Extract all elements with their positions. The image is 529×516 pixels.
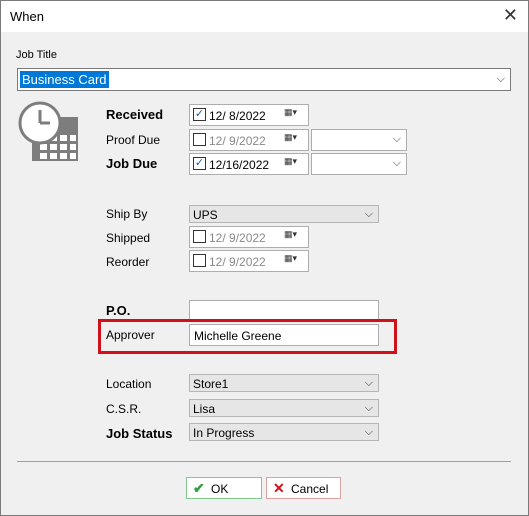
received-label: Received <box>106 107 164 122</box>
shipped-label: Shipped <box>106 231 151 245</box>
cancel-button[interactable]: ✕ Cancel <box>266 477 341 499</box>
calendar-dropdown-icon[interactable]: ▦▾ <box>284 253 306 269</box>
close-icon[interactable]: ✕ <box>503 5 518 25</box>
reorder-date-picker[interactable]: 12/ 9/2022 ▦▾ <box>189 250 309 272</box>
ok-button[interactable]: ✔ OK <box>186 477 262 499</box>
ok-button-label: OK <box>211 482 229 496</box>
chevron-down-icon[interactable]: ⌵ <box>497 73 505 86</box>
cancel-button-label: Cancel <box>291 482 329 496</box>
proof-due-label: Proof Due <box>106 133 161 147</box>
received-date-picker[interactable]: ✓ 12/ 8/2022 ▦▾ <box>189 104 309 126</box>
reorder-date-value: 12/ 9/2022 <box>209 255 266 269</box>
received-date-value: 12/ 8/2022 <box>209 109 266 123</box>
proof-due-date-picker[interactable]: 12/ 9/2022 ▦▾ <box>189 129 309 151</box>
calendar-dropdown-icon[interactable]: ▦▾ <box>284 107 306 123</box>
check-icon: ✔ <box>193 480 205 496</box>
approver-value: Michelle Greene <box>194 329 282 343</box>
reorder-checkbox[interactable] <box>193 254 206 267</box>
calendar-dropdown-icon[interactable]: ▦▾ <box>284 132 306 148</box>
csr-select[interactable]: Lisa ⌵ <box>189 399 379 417</box>
approver-label: Approver <box>106 328 155 342</box>
job-due-checkbox[interactable]: ✓ <box>193 157 206 170</box>
clock-calendar-icon <box>18 101 80 163</box>
job-due-label: Job Due <box>106 156 158 171</box>
job-status-value: In Progress <box>193 426 255 440</box>
proof-due-checkbox[interactable] <box>193 133 206 146</box>
approver-input[interactable]: Michelle Greene <box>189 324 379 346</box>
chevron-down-icon[interactable]: ⌵ <box>365 208 373 221</box>
title-bar: When ✕ <box>1 1 528 32</box>
job-due-time-combo[interactable]: ⌵ <box>311 153 407 175</box>
ship-by-select[interactable]: UPS ⌵ <box>189 205 379 223</box>
po-label: P.O. <box>106 303 131 318</box>
shipped-date-value: 12/ 9/2022 <box>209 231 266 245</box>
ship-by-label: Ship By <box>106 207 148 221</box>
job-due-date-value: 12/16/2022 <box>209 158 270 172</box>
location-label: Location <box>106 377 152 391</box>
shipped-checkbox[interactable] <box>193 230 206 243</box>
job-due-date-picker[interactable]: ✓ 12/16/2022 ▦▾ <box>189 153 309 175</box>
when-dialog: When ✕ Job Title Business Card ⌵ Receive… <box>0 0 529 516</box>
job-title-combo[interactable]: Business Card ⌵ <box>17 68 511 91</box>
job-title-value[interactable]: Business Card <box>20 71 109 88</box>
proof-due-date-value: 12/ 9/2022 <box>209 134 266 148</box>
chevron-down-icon[interactable]: ⌵ <box>365 426 373 439</box>
location-value: Store1 <box>193 377 229 391</box>
window-title: When <box>10 9 44 24</box>
location-select[interactable]: Store1 ⌵ <box>189 374 379 392</box>
chevron-down-icon[interactable]: ⌵ <box>393 133 401 146</box>
chevron-down-icon[interactable]: ⌵ <box>365 377 373 390</box>
divider <box>17 461 511 462</box>
job-status-select[interactable]: In Progress ⌵ <box>189 423 379 441</box>
chevron-down-icon[interactable]: ⌵ <box>393 157 401 170</box>
proof-due-time-combo[interactable]: ⌵ <box>311 129 407 151</box>
chevron-down-icon[interactable]: ⌵ <box>365 402 373 415</box>
shipped-date-picker[interactable]: 12/ 9/2022 ▦▾ <box>189 226 309 248</box>
job-status-label: Job Status <box>106 426 173 441</box>
x-icon: ✕ <box>273 480 285 496</box>
received-checkbox[interactable]: ✓ <box>193 108 206 121</box>
ship-by-value: UPS <box>193 208 218 222</box>
csr-label: C.S.R. <box>106 402 142 416</box>
calendar-dropdown-icon[interactable]: ▦▾ <box>284 229 306 245</box>
csr-value: Lisa <box>193 402 216 416</box>
calendar-dropdown-icon[interactable]: ▦▾ <box>284 156 306 172</box>
job-title-label: Job Title <box>16 49 57 61</box>
reorder-label: Reorder <box>106 255 150 269</box>
